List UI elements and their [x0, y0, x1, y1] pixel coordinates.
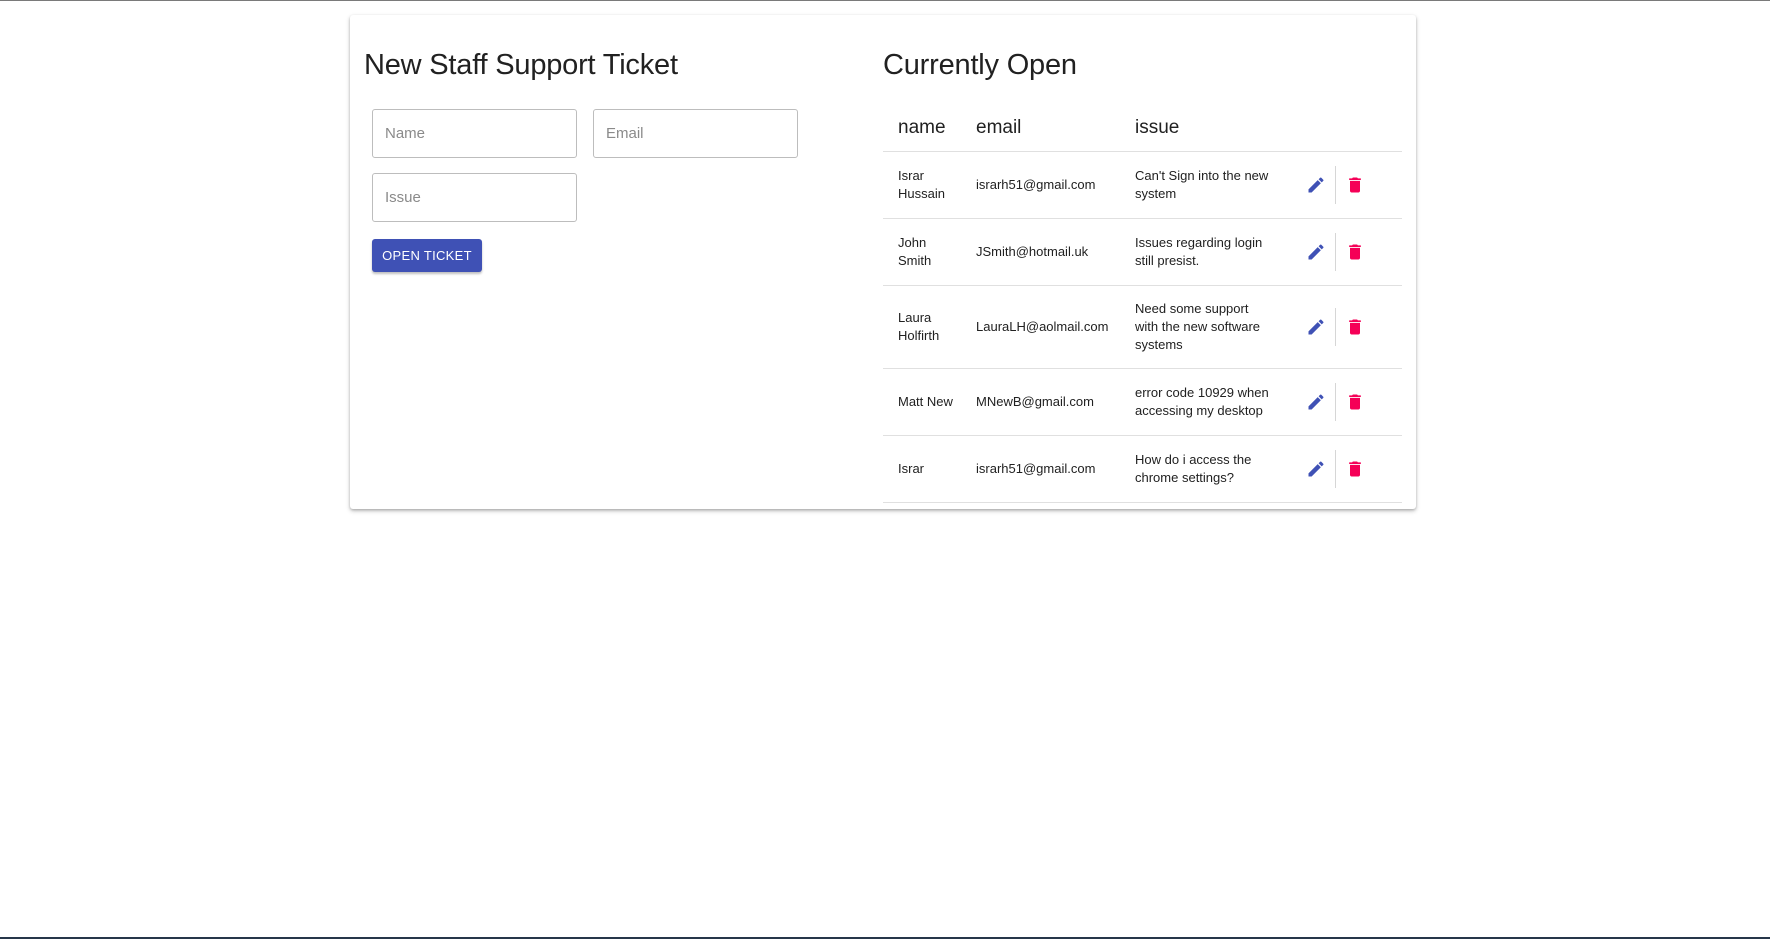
delete-ticket-button[interactable] [1337, 384, 1373, 420]
column-header-issue: issue [1120, 105, 1282, 152]
ticket-email: LauraLH@aolmail.com [961, 285, 1120, 369]
table-header-row: name email issue [883, 105, 1402, 152]
top-border [0, 0, 1770, 1]
action-divider [1335, 308, 1336, 346]
ticket-issue: Need some support with the new software … [1120, 285, 1282, 369]
edit-ticket-button[interactable] [1298, 167, 1334, 203]
email-field[interactable] [593, 109, 798, 158]
table-row: Laura Holfirth LauraLH@aolmail.com Need … [883, 285, 1402, 369]
row-actions [1282, 218, 1402, 286]
ticket-email: israrh51@gmail.com [961, 435, 1120, 503]
column-header-actions [1282, 105, 1402, 152]
delete-ticket-button[interactable] [1337, 167, 1373, 203]
ticket-issue: Issues regarding login still presist. [1120, 218, 1282, 286]
trash-icon [1349, 319, 1361, 335]
pencil-icon [1308, 319, 1324, 335]
email-input[interactable] [594, 110, 797, 157]
action-divider [1335, 166, 1336, 204]
ticket-email: MNewB@gmail.com [961, 368, 1120, 436]
pencil-icon [1308, 461, 1324, 477]
tickets-table: name email issue Israr Hussain israrh51@… [883, 105, 1402, 503]
row-actions [1282, 368, 1402, 436]
ticket-name: John Smith [883, 218, 961, 286]
edit-ticket-button[interactable] [1298, 451, 1334, 487]
delete-ticket-button[interactable] [1337, 451, 1373, 487]
name-input[interactable] [373, 110, 576, 157]
delete-ticket-button[interactable] [1337, 309, 1373, 345]
ticket-name: Israr [883, 435, 961, 503]
ticket-name: Matt New [883, 368, 961, 436]
trash-icon [1349, 461, 1361, 477]
pencil-icon [1308, 394, 1324, 410]
trash-icon [1349, 177, 1361, 193]
ticket-issue: How do i access the chrome settings? [1120, 435, 1282, 503]
issue-field[interactable] [372, 173, 577, 222]
row-actions [1282, 435, 1402, 503]
action-divider [1335, 383, 1336, 421]
row-actions [1282, 151, 1402, 219]
edit-ticket-button[interactable] [1298, 234, 1334, 270]
pencil-icon [1308, 244, 1324, 260]
action-divider [1335, 233, 1336, 271]
delete-ticket-button[interactable] [1337, 234, 1373, 270]
edit-ticket-button[interactable] [1298, 309, 1334, 345]
name-field[interactable] [372, 109, 577, 158]
ticket-card: New Staff Support Ticket OPEN TICKET Cur… [350, 15, 1416, 509]
row-actions [1282, 285, 1402, 369]
ticket-name: Israr Hussain [883, 151, 961, 219]
column-header-name: name [883, 105, 961, 152]
issue-input[interactable] [373, 174, 576, 221]
edit-ticket-button[interactable] [1298, 384, 1334, 420]
ticket-issue: Can't Sign into the new system [1120, 151, 1282, 219]
ticket-name: Laura Holfirth [883, 285, 961, 369]
table-row: Israr israrh51@gmail.com How do i access… [883, 435, 1402, 503]
ticket-issue: error code 10929 when accessing my deskt… [1120, 368, 1282, 436]
table-row: Matt New MNewB@gmail.com error code 1092… [883, 368, 1402, 436]
form-title: New Staff Support Ticket [364, 49, 678, 81]
ticket-email: JSmith@hotmail.uk [961, 218, 1120, 286]
trash-icon [1349, 394, 1361, 410]
action-divider [1335, 450, 1336, 488]
ticket-email: israrh51@gmail.com [961, 151, 1120, 219]
open-ticket-button[interactable]: OPEN TICKET [372, 239, 482, 272]
column-header-email: email [961, 105, 1120, 152]
open-tickets-title: Currently Open [883, 49, 1077, 81]
trash-icon [1349, 244, 1361, 260]
table-row: John Smith JSmith@hotmail.uk Issues rega… [883, 218, 1402, 286]
table-row: Israr Hussain israrh51@gmail.com Can't S… [883, 151, 1402, 219]
pencil-icon [1308, 177, 1324, 193]
